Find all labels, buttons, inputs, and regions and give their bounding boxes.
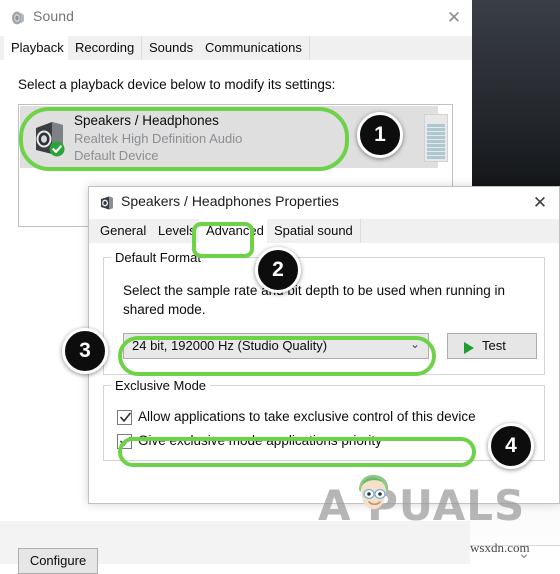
configure-button[interactable]: Configure — [18, 548, 98, 574]
volume-level-meter — [424, 114, 448, 162]
meter-segment — [427, 140, 445, 143]
playback-prompt: Select a playback device below to modify… — [18, 77, 336, 92]
properties-titlebar: Speakers / Headphones Properties ✕ — [89, 187, 559, 219]
exclusive-control-checkbox[interactable] — [117, 410, 132, 425]
tab-sounds[interactable]: Sounds — [142, 36, 202, 60]
appuals-watermark: A PUALS — [318, 481, 526, 530]
meter-segment — [427, 156, 445, 159]
tab-recording[interactable]: Recording — [68, 36, 143, 60]
meter-segment — [427, 128, 445, 131]
default-format-legend: Default Format — [111, 250, 205, 265]
site-credit: wsxdn.com — [470, 540, 530, 555]
exclusive-mode-legend: Exclusive Mode — [111, 378, 211, 393]
meter-segment — [427, 144, 445, 147]
sound-titlebar: Sound ✕ — [0, 0, 472, 36]
properties-window-title: Speakers / Headphones Properties — [121, 193, 339, 209]
tab-communications[interactable]: Communications — [198, 36, 310, 60]
play-triangle-icon — [464, 342, 474, 354]
close-icon[interactable]: ✕ — [444, 8, 464, 28]
tab-spatial-sound[interactable]: Spatial sound — [267, 219, 361, 243]
speaker-icon — [9, 9, 27, 27]
exclusive-control-label: Allow applications to take exclusive con… — [138, 409, 476, 424]
properties-tabstrip: General Levels Advanced Spatial sound — [89, 219, 559, 244]
callout-2: 2 — [255, 247, 301, 293]
meter-segment — [427, 152, 445, 155]
callout-4: 4 — [488, 423, 534, 469]
highlight-format-dropdown — [118, 336, 436, 376]
sound-window-title: Sound — [33, 8, 74, 24]
meter-segment — [427, 132, 445, 135]
appuals-mascot-icon — [352, 470, 396, 516]
tab-general[interactable]: General — [93, 219, 155, 243]
highlight-device-row — [19, 107, 349, 171]
meter-segment — [427, 124, 445, 127]
default-format-description: Select the sample rate and bit depth to … — [123, 283, 506, 317]
callout-3: 3 — [62, 328, 108, 374]
meter-segment — [427, 136, 445, 139]
meter-segment — [427, 148, 445, 151]
highlight-exclusive-checkbox — [118, 437, 476, 467]
speaker-icon — [99, 195, 115, 211]
tab-playback[interactable]: Playback — [4, 36, 72, 60]
callout-1: 1 — [357, 112, 403, 158]
highlight-advanced-tab — [192, 222, 254, 258]
test-button[interactable]: Test — [447, 333, 537, 359]
test-button-label: Test — [482, 338, 506, 353]
close-icon[interactable]: ✕ — [529, 192, 551, 214]
sound-tabstrip: Playback Recording Sounds Communications — [0, 36, 472, 61]
